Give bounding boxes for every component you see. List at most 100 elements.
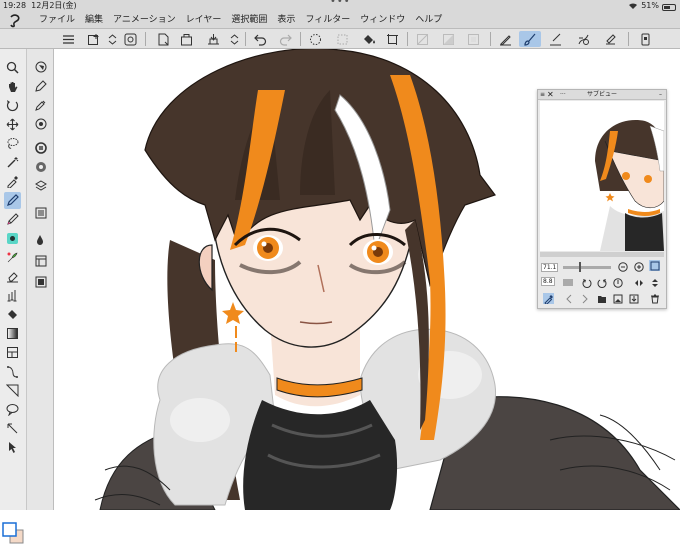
material-icon[interactable] (33, 205, 48, 220)
sub-view-titlebar[interactable]: ≡ ✕ ··· サブビュー – (538, 90, 666, 100)
clip-studio-logo-icon[interactable] (8, 14, 22, 28)
chevron-right-icon[interactable] (579, 293, 590, 304)
sub-view-scrollbar[interactable] (540, 252, 664, 257)
brush-size-icon[interactable] (33, 116, 48, 131)
folder-icon[interactable] (596, 293, 607, 304)
figure-icon[interactable] (4, 363, 21, 380)
brush-settings-icon[interactable] (519, 31, 541, 47)
zoom-icon[interactable] (4, 59, 21, 76)
zoom-slider[interactable] (563, 266, 611, 269)
menu-dots-icon[interactable]: ··· (560, 90, 566, 100)
navigator-icon[interactable] (33, 59, 48, 74)
zoom-slider-thumb[interactable] (579, 262, 581, 272)
minimize-icon[interactable]: – (659, 90, 662, 100)
lasso-icon[interactable] (4, 135, 21, 152)
blend-icon[interactable] (4, 287, 21, 304)
line-icon[interactable] (4, 420, 21, 437)
history-icon[interactable] (33, 253, 48, 268)
export-icon[interactable] (178, 31, 194, 47)
color-set-icon[interactable] (33, 159, 48, 174)
menu-help[interactable]: ヘルプ (410, 12, 447, 29)
fit-icon[interactable] (649, 260, 660, 271)
frame-border-icon[interactable] (465, 31, 481, 47)
trash-icon[interactable] (649, 293, 660, 304)
undo-icon[interactable] (252, 31, 268, 47)
menu-animation[interactable]: アニメーション (108, 12, 181, 29)
pen-icon[interactable] (4, 192, 21, 209)
chevron-left-icon[interactable] (563, 293, 574, 304)
rotate-icon[interactable] (4, 97, 21, 114)
menu-list: ファイル 編集 アニメーション レイヤー 選択範囲 表示 フィルター ウィンドウ… (34, 12, 447, 29)
command-bar (0, 29, 680, 49)
device-settings-icon[interactable] (637, 31, 653, 47)
stabilize-icon[interactable] (575, 31, 591, 47)
eraser-icon[interactable] (4, 268, 21, 285)
menu-edit[interactable]: 編集 (80, 12, 108, 29)
menu-view[interactable]: 表示 (272, 12, 300, 29)
flip-horizontal-icon[interactable] (633, 277, 644, 288)
clear-icon[interactable] (307, 31, 323, 47)
zoom-value[interactable]: 71.1 (541, 263, 559, 272)
flip-vertical-icon[interactable] (649, 277, 660, 288)
tool-property-icon[interactable] (33, 97, 48, 112)
gradient-icon[interactable] (4, 325, 21, 342)
layer-property-icon[interactable] (33, 274, 48, 289)
water-drop-icon[interactable] (33, 232, 48, 247)
rotate-right-icon[interactable] (596, 277, 607, 288)
pen-settings-icon[interactable] (497, 31, 513, 47)
eraser-settings-icon[interactable] (602, 31, 618, 47)
menu-filter[interactable]: フィルター (300, 12, 355, 29)
transform-icon[interactable] (384, 31, 400, 47)
sub-tool-icon[interactable] (33, 78, 48, 93)
menu-file[interactable]: ファイル (34, 12, 80, 29)
magic-wand-icon[interactable] (4, 154, 21, 171)
menu-selection[interactable]: 選択範囲 (226, 12, 272, 29)
menu-layer[interactable]: レイヤー (181, 12, 227, 29)
collapse-icon[interactable] (33, 34, 48, 49)
color-circle-icon[interactable] (33, 140, 48, 155)
balloon-icon[interactable] (4, 401, 21, 418)
reset-rotation-icon[interactable] (612, 277, 623, 288)
menu-window[interactable]: ウィンドウ (355, 12, 410, 29)
operation-icon[interactable] (4, 439, 21, 456)
tone-icon[interactable] (440, 31, 456, 47)
collapse-icon[interactable] (4, 34, 21, 46)
brush-line-icon[interactable] (547, 31, 563, 47)
new-canvas-icon[interactable] (85, 31, 101, 47)
export-image-icon[interactable] (205, 31, 221, 47)
redo-icon[interactable] (277, 31, 293, 47)
grip-icon[interactable]: ≡ (540, 90, 545, 100)
fill-icon[interactable] (360, 31, 376, 47)
image-icon[interactable] (612, 293, 623, 304)
sub-view-image[interactable] (540, 101, 664, 251)
pencil-icon[interactable] (4, 211, 21, 228)
fill-icon[interactable] (4, 306, 21, 323)
save-icon[interactable] (155, 31, 171, 47)
hand-icon[interactable] (4, 78, 21, 95)
zoom-out-icon[interactable] (617, 261, 628, 272)
eyedropper-icon[interactable] (4, 173, 21, 190)
rotation-slider[interactable] (563, 279, 573, 286)
airbrush-icon[interactable] (4, 230, 21, 247)
rotation-value[interactable]: 8.8 (541, 277, 555, 286)
layer-icon[interactable] (33, 178, 48, 193)
frame-icon[interactable] (4, 344, 21, 361)
status-time: 19:28 (3, 1, 27, 10)
move-icon[interactable] (4, 116, 21, 133)
clip-studio-icon[interactable] (122, 31, 138, 47)
chevron-updown-icon[interactable] (104, 31, 120, 47)
import-icon[interactable] (628, 293, 639, 304)
sub-view-panel[interactable]: ≡ ✕ ··· サブビュー – 71.1 8.8 (537, 89, 667, 309)
ruler-off-icon[interactable] (414, 31, 430, 47)
chevron-updown-icon[interactable] (226, 31, 242, 47)
multitask-dots[interactable]: ••• (330, 0, 351, 8)
eyedropper-icon[interactable] (543, 293, 554, 304)
color-well-icon[interactable] (2, 521, 24, 545)
ruler-icon[interactable] (4, 382, 21, 399)
rotate-left-icon[interactable] (581, 277, 592, 288)
close-icon[interactable]: ✕ (547, 90, 554, 100)
decoration-icon[interactable] (4, 249, 21, 266)
hamburger-menu-icon[interactable] (60, 31, 76, 47)
clear-outside-icon[interactable] (334, 31, 350, 47)
zoom-in-icon[interactable] (633, 261, 644, 272)
